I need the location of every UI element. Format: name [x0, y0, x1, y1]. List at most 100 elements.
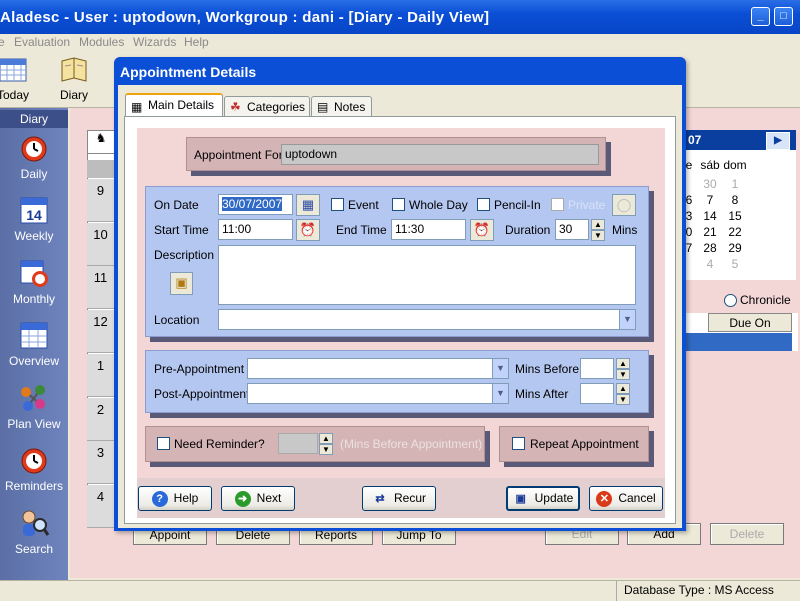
pre-appointment-label: Pre-Appointment	[154, 362, 245, 376]
delete-button[interactable]: Delete	[710, 523, 784, 545]
calendar-day[interactable]: 8	[722, 193, 748, 207]
nav-item-label: Daily	[20, 167, 48, 181]
whole-day-label: Whole Day	[409, 198, 468, 212]
mins-before-up-button[interactable]: ▲	[616, 358, 630, 369]
mins-after-up-button[interactable]: ▲	[616, 383, 630, 394]
help-icon: ?	[151, 490, 168, 507]
recur-button[interactable]: ⇄ Recur	[362, 486, 436, 511]
mins-after-down-button[interactable]: ▼	[616, 394, 630, 405]
cancel-button[interactable]: ✕ Cancel	[589, 486, 663, 511]
nav-item-overview[interactable]: Overview	[0, 319, 68, 368]
calendar-day[interactable]: 15	[722, 209, 748, 223]
nav-item-monthly[interactable]: Monthly	[0, 257, 68, 306]
whole-day-checkbox[interactable]	[392, 198, 405, 211]
update-button[interactable]: ▣ Update	[506, 486, 580, 511]
private-lock-button[interactable]: ◯	[612, 194, 636, 216]
calendar-day[interactable]: 28	[697, 241, 723, 255]
need-reminder-checkbox[interactable]	[157, 437, 170, 450]
chevron-down-icon[interactable]: ▼	[619, 310, 635, 329]
description-field[interactable]	[218, 245, 636, 305]
calendar-grid-icon	[0, 58, 27, 82]
tab-notes[interactable]: ▤ Notes	[311, 96, 372, 118]
calendar-day[interactable]: 7	[697, 193, 723, 207]
start-time-field[interactable]: 11:00	[218, 219, 293, 240]
duration-down-button[interactable]: ▼	[591, 230, 605, 241]
reminder-up-button[interactable]: ▲	[319, 433, 333, 444]
post-appointment-label: Post-Appointment	[154, 387, 250, 401]
calendar-day[interactable]: 29	[722, 241, 748, 255]
menu-item-help[interactable]: Help	[184, 35, 209, 49]
calendar-picker-button[interactable]: ▦	[296, 194, 320, 216]
calendar-day[interactable]: 22	[722, 225, 748, 239]
maximize-button[interactable]: □	[774, 7, 793, 26]
duration-label: Duration	[505, 223, 551, 237]
repeat-appointment-checkbox[interactable]	[512, 437, 525, 450]
menu-item-file[interactable]: e	[0, 35, 5, 49]
tab-main-details[interactable]: ▦ Main Details	[125, 93, 223, 117]
nav-item-search[interactable]: Search	[0, 507, 68, 556]
calendar-day[interactable]: 1	[722, 177, 748, 191]
left-navigation: Diary Daily 14 Weekly Monthly Overview P…	[0, 108, 68, 580]
nav-item-plan-view[interactable]: Plan View	[0, 382, 68, 431]
calendar-header: 07 ▶	[684, 130, 796, 150]
plan-nodes-icon	[21, 385, 45, 411]
pre-appointment-dropdown[interactable]	[247, 358, 509, 379]
chevron-down-icon[interactable]: ▼	[492, 384, 508, 403]
tab-categories[interactable]: ☘ Categories	[224, 96, 310, 118]
lock-icon: ◯	[616, 197, 632, 212]
nav-item-weekly[interactable]: 14 Weekly	[0, 194, 68, 243]
nav-item-reminders[interactable]: Reminders	[0, 444, 68, 493]
chevron-down-icon[interactable]: ▼	[492, 359, 508, 378]
location-dropdown[interactable]	[218, 309, 636, 330]
minimize-button[interactable]: _	[751, 7, 770, 26]
calendar-day[interactable]: 5	[722, 257, 748, 271]
duration-field[interactable]: 30	[555, 219, 589, 240]
diary-book-icon	[61, 57, 87, 82]
calendar-day[interactable]: 30	[697, 177, 723, 191]
mins-before-down-button[interactable]: ▼	[616, 369, 630, 380]
mins-label: Mins	[612, 223, 638, 237]
menu-item-evaluation[interactable]: Evaluation	[14, 35, 70, 49]
private-checkbox[interactable]	[551, 198, 564, 211]
task-list: Due On	[686, 313, 798, 351]
description-label: Description	[154, 248, 215, 262]
calendar-day[interactable]: 4	[697, 257, 723, 271]
reminder-down-button[interactable]: ▼	[319, 444, 333, 455]
nav-item-label: Overview	[8, 354, 59, 368]
hour-header	[87, 160, 114, 178]
pencil-in-checkbox[interactable]	[477, 198, 490, 211]
on-date-label: On Date	[154, 198, 199, 212]
reminder-minutes-field[interactable]	[278, 433, 318, 454]
selected-list-row[interactable]	[686, 333, 792, 351]
toolbar-diary-button[interactable]: Diary	[56, 55, 92, 102]
chronicle-radio[interactable]: Chronicle	[724, 293, 791, 308]
calendar-day[interactable]: 14	[697, 209, 723, 223]
calendar-day[interactable]: 21	[697, 225, 723, 239]
hour-label: 11	[87, 266, 114, 310]
need-reminder-label: Need Reminder?	[174, 437, 265, 451]
nav-item-daily[interactable]: Daily	[0, 132, 68, 181]
document-icon: ▦	[131, 100, 143, 114]
end-time-clock-button[interactable]: ⏰	[470, 219, 494, 241]
menu-item-wizards[interactable]: Wizards	[133, 35, 176, 49]
alarm-clock-icon	[21, 136, 47, 162]
calendar-next-button[interactable]: ▶	[766, 132, 790, 150]
help-button[interactable]: ? Help	[138, 486, 212, 511]
on-date-field[interactable]: 30/07/2007	[218, 194, 293, 215]
mins-before-field[interactable]	[580, 358, 614, 379]
end-time-field[interactable]: 11:30	[391, 219, 466, 240]
contacts-button[interactable]: ▣	[170, 272, 193, 295]
private-label: Private	[568, 198, 606, 212]
post-appointment-dropdown[interactable]	[247, 383, 509, 404]
cancel-button-label: Cancel	[618, 491, 656, 505]
toolbar-today-button[interactable]: Today	[0, 55, 30, 102]
menu-item-modules[interactable]: Modules	[79, 35, 124, 49]
user-icon[interactable]: ♞	[87, 130, 115, 154]
column-header-due-on[interactable]: Due On	[708, 313, 792, 332]
next-button[interactable]: ➜ Next	[221, 486, 295, 511]
mins-after-field[interactable]	[580, 383, 614, 404]
duration-up-button[interactable]: ▲	[591, 219, 605, 230]
help-button-label: Help	[173, 491, 199, 505]
start-time-clock-button[interactable]: ⏰	[296, 219, 320, 241]
event-checkbox[interactable]	[331, 198, 344, 211]
